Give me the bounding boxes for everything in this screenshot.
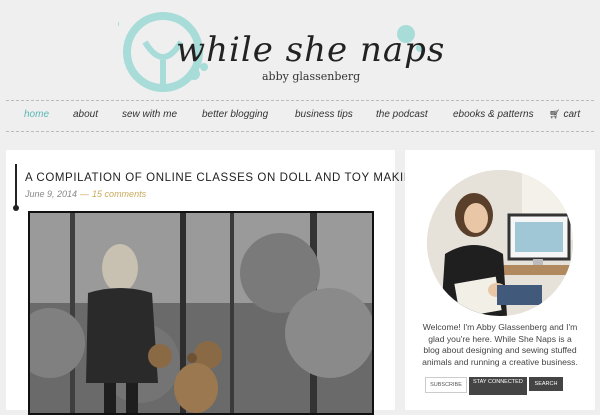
nav-item-the-podcast[interactable]: the podcast [376,109,428,120]
site-header: while she naps abby glassenberg [0,0,600,100]
post-image[interactable] [28,211,374,415]
nav-item-sew-with-me[interactable]: sew with me [122,109,177,120]
comments-link[interactable]: 15 comments [92,189,146,199]
search-button[interactable]: SEARCH [529,377,563,391]
nav-item-cart-label: cart [563,109,581,120]
post-meta: June 9, 2014—15 comments [25,189,146,199]
post-title[interactable]: A COMPILATION OF ONLINE CLASSES ON DOLL … [25,172,422,184]
nav-item-home[interactable]: home [24,109,49,120]
site-tagline: abby glassenberg [262,70,361,83]
stay-connected-button[interactable]: STAY CONNECTED [469,377,527,395]
post-marker [13,164,19,211]
cart-icon: 🛒︎ [549,109,561,119]
main-nav: home about sew with me better blogging b… [6,100,594,132]
nav-item-cart[interactable]: 🛒︎ cart [549,109,580,120]
intro-text: Welcome! I'm Abby Glassenberg and I'm gl… [422,322,578,367]
site-title[interactable]: while she naps [176,30,445,70]
profile-photo [427,170,573,316]
subscribe-row: SUBSCRIBE STAY CONNECTED SEARCH [425,377,585,397]
nav-item-about[interactable]: about [73,109,98,120]
nav-item-ebooks-patterns[interactable]: ebooks & patterns [453,109,534,120]
sidebar: Welcome! I'm Abby Glassenberg and I'm gl… [405,150,595,410]
post-date: June 9, 2014 [25,189,78,199]
subscribe-label: SUBSCRIBE [425,377,467,393]
nav-item-business-tips[interactable]: business tips [295,109,353,120]
author-portrait [427,170,573,316]
forest-photo [30,213,372,413]
meta-separator: — [80,189,90,199]
main-content: A COMPILATION OF ONLINE CLASSES ON DOLL … [6,150,422,415]
nav-item-better-blogging[interactable]: better blogging [202,109,268,120]
